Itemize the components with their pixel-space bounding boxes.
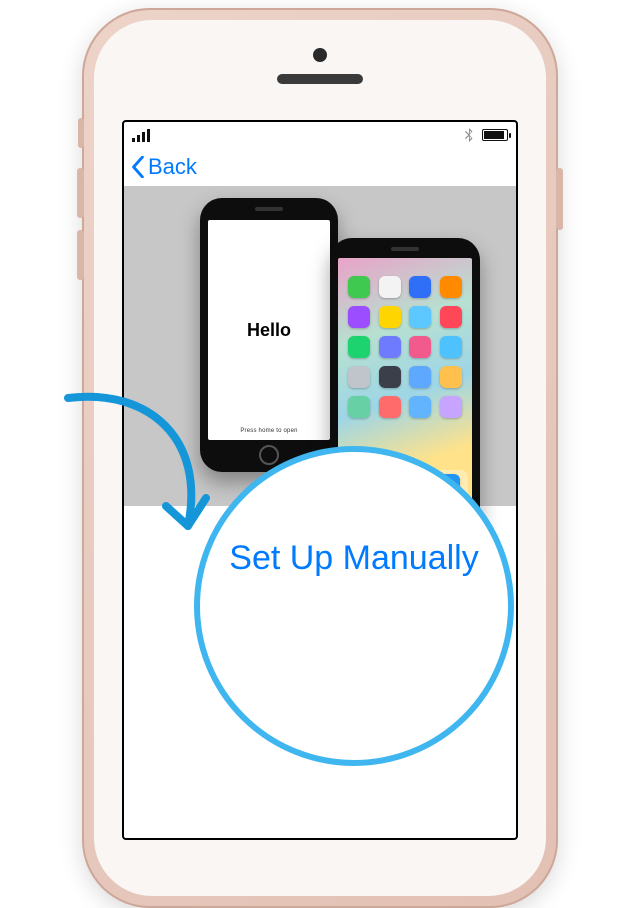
back-button[interactable]: Back	[130, 154, 197, 180]
earpiece-speaker-icon	[277, 74, 363, 84]
app-icon	[440, 276, 462, 298]
power-button	[556, 168, 563, 230]
bluetooth-icon	[464, 128, 474, 142]
nav-bar: Back	[124, 148, 516, 186]
press-home-hint: Press home to open	[240, 428, 297, 434]
app-icon	[440, 306, 462, 328]
highlight-circle: Set Up Manually	[194, 446, 514, 766]
app-grid	[346, 276, 464, 418]
app-icon	[440, 366, 462, 388]
app-icon	[379, 276, 401, 298]
app-icon	[348, 396, 370, 418]
mute-switch	[78, 118, 84, 148]
app-icon	[379, 306, 401, 328]
app-icon	[348, 336, 370, 358]
app-icon	[379, 336, 401, 358]
app-icon	[409, 396, 431, 418]
back-label: Back	[148, 154, 197, 180]
app-icon	[379, 366, 401, 388]
mini-speaker-icon	[391, 247, 419, 251]
app-icon	[348, 306, 370, 328]
status-bar	[124, 122, 516, 148]
mini-speaker-icon	[255, 207, 283, 211]
app-icon	[409, 366, 431, 388]
cellular-signal-icon	[132, 129, 150, 142]
annotation-arrow-icon	[38, 388, 228, 568]
app-icon	[379, 396, 401, 418]
app-icon	[409, 306, 431, 328]
app-icon	[440, 336, 462, 358]
battery-icon	[482, 129, 508, 141]
volume-down-button	[77, 230, 84, 280]
volume-up-button	[77, 168, 84, 218]
chevron-left-icon	[130, 156, 146, 178]
app-icon	[440, 396, 462, 418]
app-icon	[409, 276, 431, 298]
app-icon	[348, 366, 370, 388]
set-up-manually-button[interactable]: Set Up Manually	[229, 539, 478, 578]
app-icon	[348, 276, 370, 298]
hello-greeting: Hello	[247, 320, 291, 341]
front-camera-icon	[313, 48, 327, 62]
home-button-icon	[259, 445, 279, 465]
app-icon	[409, 336, 431, 358]
